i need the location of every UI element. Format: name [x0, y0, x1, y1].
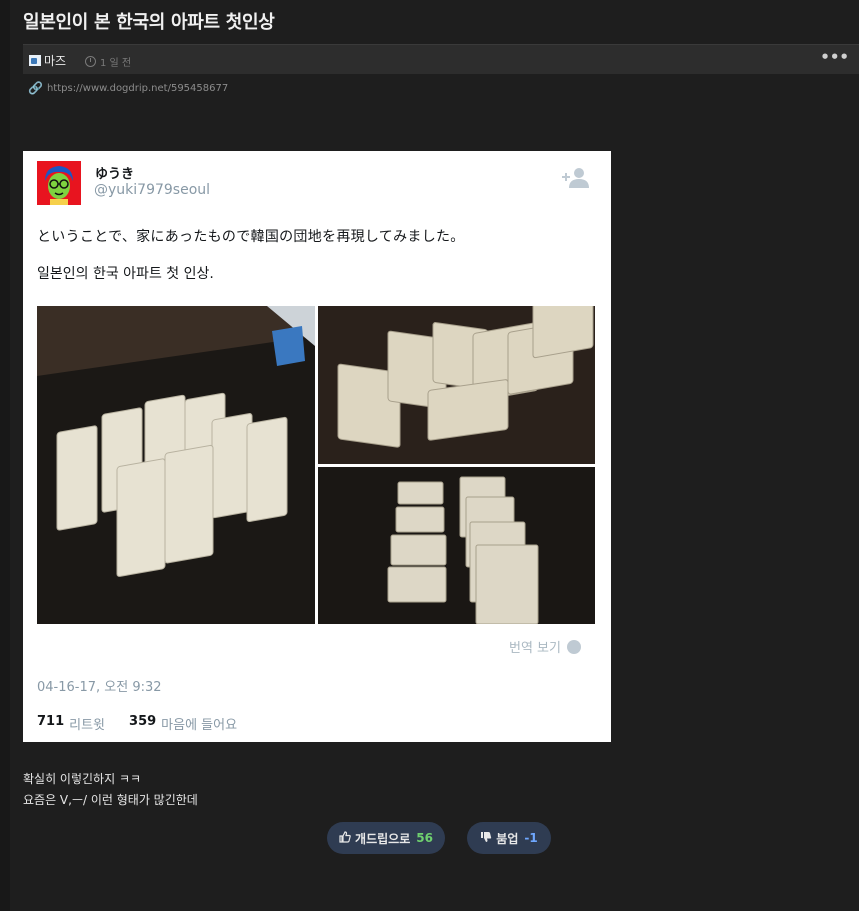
like-count[interactable]: 359 — [129, 714, 156, 733]
tweet-photo-3[interactable] — [318, 467, 595, 624]
post-link[interactable]: 🔗 https://www.dogdrip.net/595458677 — [28, 81, 228, 95]
tweet-text-japanese: ということで、家にあったもので韓国の団地を再現してみました。 — [37, 229, 465, 245]
upvote-button[interactable]: 개드립으로 56 — [327, 822, 445, 854]
tweet-stats: 711 리트윗 359 마음에 들어요 — [37, 714, 261, 733]
post-title: 일본인이 본 한국의 아파트 첫인상 — [23, 12, 275, 33]
tweet-display-name[interactable]: ゆうき — [95, 163, 134, 182]
author-name[interactable]: 마즈 — [44, 52, 66, 69]
upvote-label: 개드립으로 — [355, 831, 411, 846]
post-url[interactable]: https://www.dogdrip.net/595458677 — [47, 83, 228, 94]
post-time-text: 1 일 전 — [100, 58, 132, 69]
post-body-line-1: 확실히 이렇긴하지 ㅋㅋ — [23, 772, 142, 786]
post-meta-bar: 마즈 1 일 전 ••• — [23, 44, 859, 74]
link-icon: 🔗 — [28, 81, 43, 95]
post-body-line-2: 요즘은 V,ㅡ/ 이런 형태가 많긴한데 — [23, 793, 198, 807]
tweet-photo-1[interactable] — [37, 306, 315, 624]
clock-icon — [85, 56, 96, 67]
like-label[interactable]: 마음에 들어요 — [161, 714, 237, 733]
avatar[interactable] — [37, 161, 81, 205]
upvote-count: 56 — [416, 831, 433, 845]
author[interactable]: 마즈 — [29, 52, 66, 69]
more-icon[interactable]: ••• — [820, 48, 849, 66]
embedded-tweet: ゆうき @yuki7979seoul ということで、家にあったもので韓国の団地を… — [23, 151, 611, 742]
post-time: 1 일 전 — [85, 54, 131, 69]
tweet-text-korean: 일본인의 한국 아파트 첫 인상. — [37, 266, 214, 282]
downvote-button[interactable]: 붐업 -1 — [467, 822, 551, 854]
author-level-icon — [29, 55, 41, 66]
thumbs-down-icon — [480, 831, 492, 846]
globe-icon — [566, 639, 581, 654]
tweet-handle[interactable]: @yuki7979seoul — [94, 182, 210, 198]
translate-link[interactable]: 번역 보기 — [509, 637, 581, 656]
retweet-label[interactable]: 리트윗 — [69, 714, 105, 733]
tweet-date[interactable]: 04-16-17, 오전 9:32 — [37, 676, 162, 695]
thumbs-up-icon — [339, 830, 351, 846]
left-gutter — [0, 0, 10, 911]
tweet-photo-2[interactable] — [318, 306, 595, 464]
downvote-count: -1 — [524, 831, 538, 845]
translate-label[interactable]: 번역 보기 — [509, 637, 561, 656]
retweet-count[interactable]: 711 — [37, 714, 64, 733]
follow-icon[interactable] — [561, 167, 591, 193]
downvote-label: 붐업 — [496, 831, 519, 846]
